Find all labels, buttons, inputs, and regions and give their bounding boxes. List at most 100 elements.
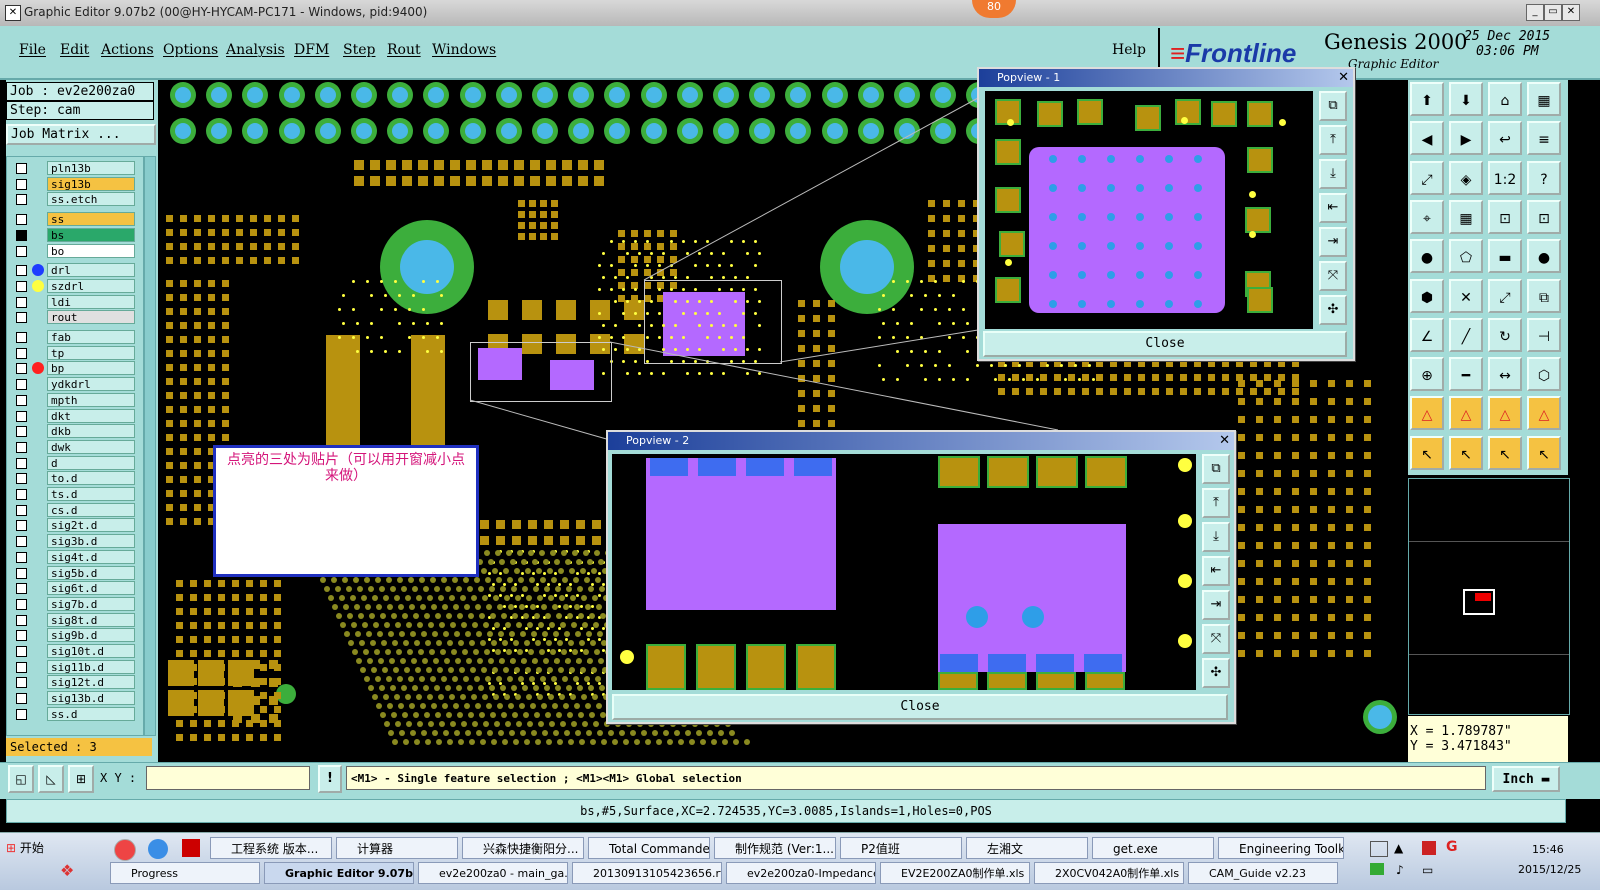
layer-name[interactable]: drl	[47, 263, 135, 278]
cross-tool-icon[interactable]: ✕	[1449, 278, 1483, 313]
mouse-mode-tool-icon[interactable]: ⌖	[1410, 199, 1444, 234]
layer-row-sig13b.d[interactable]: sig13b.d	[11, 691, 135, 706]
menu-help[interactable]: Help	[1112, 42, 1146, 58]
pan-left-tool-icon[interactable]: ◀	[1410, 121, 1444, 156]
popview-1-tool-4-icon[interactable]: ⇤	[1319, 193, 1347, 223]
dimension-tool-icon[interactable]: ↔	[1488, 357, 1522, 392]
layer-name[interactable]: sig2t.d	[47, 518, 135, 533]
layer-checkbox[interactable]	[16, 551, 27, 563]
zoom-list-tool-icon[interactable]: ≡	[1527, 121, 1561, 156]
layer-row-tp[interactable]: tp	[11, 345, 135, 361]
layer-checkbox[interactable]	[16, 163, 27, 174]
layer-checkbox[interactable]	[16, 363, 27, 375]
layer-row-sig4t.d[interactable]: sig4t.d	[11, 549, 135, 565]
menu-edit[interactable]: Edit	[60, 42, 89, 58]
slope-line-tool-icon[interactable]: ∠	[1410, 317, 1444, 352]
layer-name[interactable]: tp	[47, 345, 135, 360]
connect-tool-icon[interactable]: ⬢	[1410, 278, 1444, 313]
job-matrix-button[interactable]: Job Matrix ...	[6, 124, 156, 145]
layer-name[interactable]: bs	[47, 227, 135, 242]
menu-dfm[interactable]: DFM	[294, 42, 329, 58]
feature-edit-tool-icon[interactable]: ⊕	[1410, 357, 1444, 392]
layer-name[interactable]: sig3b.d	[47, 534, 135, 549]
layer-checkbox[interactable]	[16, 194, 27, 206]
arc-tool-icon[interactable]: ↻	[1488, 317, 1522, 352]
layer-name[interactable]: dkb	[47, 424, 135, 439]
layer-checkbox[interactable]	[16, 245, 27, 257]
help-tool-icon[interactable]: ?	[1527, 160, 1561, 195]
select-arrow-tool-icon[interactable]: ↖	[1410, 435, 1444, 470]
xy-input[interactable]	[146, 766, 310, 790]
snap-icon[interactable]: ◱	[8, 765, 34, 793]
circle-tool-icon[interactable]: ●	[1527, 239, 1561, 274]
layer-row-sig12t.d[interactable]: sig12t.d	[11, 675, 135, 690]
layer-checkbox[interactable]	[16, 661, 27, 673]
triangle-a-tool-icon[interactable]: △	[1410, 396, 1444, 431]
layer-row-pln13b[interactable]: pln13b	[11, 161, 135, 176]
popview-1-tool-1-icon[interactable]: ⧉	[1319, 91, 1347, 121]
popview-1-tool-3-icon[interactable]: ⤓	[1319, 159, 1347, 189]
layer-name[interactable]: ss.etch	[47, 192, 135, 207]
layer-row-drl[interactable]: drl	[11, 263, 135, 278]
grid-toggle-tool-icon[interactable]: ▦	[1449, 199, 1483, 234]
layer-name[interactable]: ydkdrl	[47, 377, 135, 392]
layer-row-ldi[interactable]: ldi	[11, 294, 135, 310]
popview-2-tool-7-icon[interactable]: ✣	[1202, 658, 1230, 688]
tray-app-icon[interactable]	[1422, 841, 1436, 855]
taskbar-button[interactable]: Graphic Editor 9.07b2	[264, 862, 414, 884]
tray-volume-icon[interactable]: ♪	[1396, 863, 1404, 877]
layer-checkbox[interactable]	[16, 536, 27, 548]
tray-g-icon[interactable]: G	[1446, 839, 1458, 855]
taskbar-button[interactable]: ev2e200za0-Impedance...	[726, 862, 876, 884]
align-tool-icon[interactable]: ⊣	[1527, 317, 1561, 352]
layer-row-ss[interactable]: ss	[11, 212, 135, 227]
popview-1-close-icon[interactable]: ✕	[1338, 70, 1349, 85]
layer-name[interactable]: rout	[47, 310, 135, 325]
menu-actions[interactable]: Actions	[101, 42, 154, 58]
layer-row-ydkdrl[interactable]: ydkdrl	[11, 377, 135, 392]
layer-name[interactable]: sig5b.d	[47, 565, 135, 580]
ratsnest-tool-icon[interactable]: ⧉	[1527, 278, 1561, 313]
popview-2-close-icon[interactable]: ✕	[1219, 433, 1230, 448]
popview-2-tool-6-icon[interactable]: ⤧	[1202, 624, 1230, 654]
taskbar-button[interactable]: Progress	[110, 862, 260, 884]
layer-checkbox[interactable]	[16, 410, 27, 422]
layer-checkbox[interactable]	[16, 567, 27, 579]
layer-name[interactable]: sig4t.d	[47, 549, 135, 564]
layer-name[interactable]: sig11b.d	[47, 659, 135, 674]
select-rotate-tool-icon[interactable]: ↖	[1488, 435, 1522, 470]
layer-checkbox[interactable]	[16, 614, 27, 626]
layer-checkbox[interactable]	[16, 332, 27, 343]
layer-row-dkt[interactable]: dkt	[11, 408, 135, 424]
select-break-tool-icon[interactable]: ↖	[1527, 435, 1561, 470]
layer-name[interactable]: fab	[47, 330, 135, 344]
taskbar-button[interactable]: EV2E200ZA0制作单.xls	[880, 862, 1030, 884]
save-view-tool-icon[interactable]: ⬇	[1449, 82, 1483, 116]
layer-row-szdrl[interactable]: szdrl	[11, 278, 135, 294]
undo-view-tool-icon[interactable]: ↩	[1488, 121, 1522, 156]
warning-icon[interactable]: !	[318, 765, 342, 793]
units-select[interactable]: Inch ▬	[1492, 766, 1560, 792]
layer-checkbox[interactable]	[16, 646, 27, 657]
layer-row-ss.etch[interactable]: ss.etch	[11, 192, 135, 207]
popview-2-canvas[interactable]	[612, 454, 1196, 690]
clock-date[interactable]: 2015/12/25	[1518, 863, 1581, 876]
layer-row-sig13b[interactable]: sig13b	[11, 176, 135, 192]
layer-name[interactable]: d	[47, 455, 135, 470]
layer-name[interactable]: to.d	[47, 471, 135, 486]
house-tool-icon[interactable]: ⌂	[1488, 82, 1522, 116]
layer-name[interactable]: sig10t.d	[47, 644, 135, 658]
layer-checkbox[interactable]	[16, 426, 27, 438]
layer-checkbox[interactable]	[16, 473, 27, 485]
layer-checkbox[interactable]	[16, 347, 27, 359]
taskbar-button[interactable]: 2X0CV042A0制作单.xls	[1034, 862, 1184, 884]
layer-checkbox[interactable]	[16, 457, 27, 469]
layer-row-sig8t.d[interactable]: sig8t.d	[11, 612, 135, 628]
home-tool-icon[interactable]: ⬆	[1410, 82, 1444, 116]
triangle-d-tool-icon[interactable]: △	[1527, 396, 1561, 431]
layer-checkbox[interactable]	[16, 489, 27, 500]
maximize-button[interactable]: ▭	[1544, 4, 1562, 21]
menu-rout[interactable]: Rout	[387, 42, 421, 58]
popview-1-tool-6-icon[interactable]: ⤧	[1319, 261, 1347, 291]
menu-step[interactable]: Step	[343, 42, 375, 58]
